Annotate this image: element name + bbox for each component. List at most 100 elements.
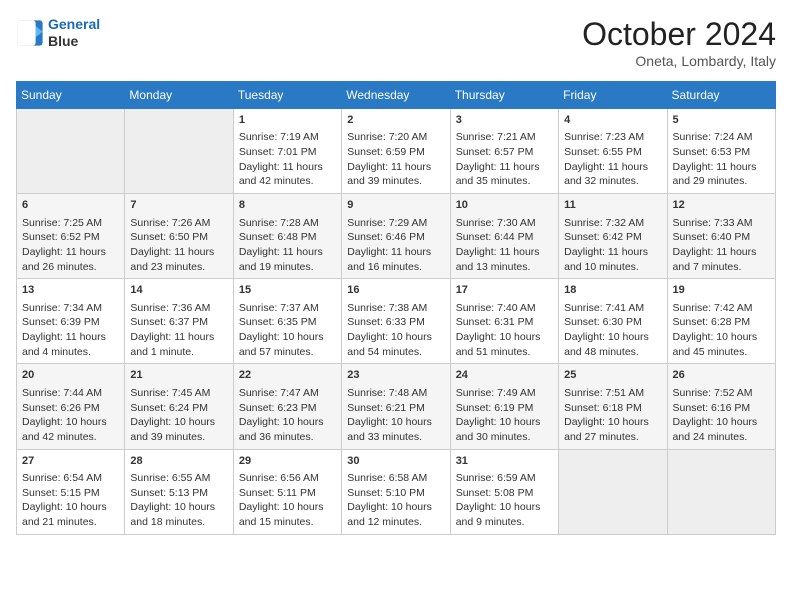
day-number: 18 [564,283,661,298]
calendar-week-row: 20Sunrise: 7:44 AMSunset: 6:26 PMDayligh… [17,364,776,449]
day-info: and 51 minutes. [456,345,553,360]
day-info: Sunrise: 7:38 AM [347,301,444,316]
day-number: 21 [130,368,227,383]
day-number: 22 [239,368,336,383]
calendar-cell: 2Sunrise: 7:20 AMSunset: 6:59 PMDaylight… [342,109,450,194]
day-info: Sunrise: 7:49 AM [456,386,553,401]
day-info: Daylight: 11 hours [22,245,119,260]
calendar-cell: 27Sunrise: 6:54 AMSunset: 5:15 PMDayligh… [17,449,125,534]
day-info: and 23 minutes. [130,260,227,275]
day-info: Sunrise: 7:37 AM [239,301,336,316]
calendar-cell: 14Sunrise: 7:36 AMSunset: 6:37 PMDayligh… [125,279,233,364]
day-info: Sunrise: 7:23 AM [564,130,661,145]
weekday-header: Saturday [667,82,775,109]
calendar-cell: 31Sunrise: 6:59 AMSunset: 5:08 PMDayligh… [450,449,558,534]
day-info: Sunset: 6:31 PM [456,315,553,330]
day-info: Daylight: 10 hours [22,415,119,430]
calendar-cell: 19Sunrise: 7:42 AMSunset: 6:28 PMDayligh… [667,279,775,364]
calendar-cell: 23Sunrise: 7:48 AMSunset: 6:21 PMDayligh… [342,364,450,449]
day-info: and 54 minutes. [347,345,444,360]
day-number: 19 [673,283,770,298]
logo: General Blue [16,16,100,50]
day-info: Daylight: 10 hours [239,330,336,345]
day-info: and 32 minutes. [564,174,661,189]
day-info: Sunrise: 7:19 AM [239,130,336,145]
day-info: Daylight: 10 hours [130,500,227,515]
day-info: and 42 minutes. [239,174,336,189]
day-info: and 19 minutes. [239,260,336,275]
day-info: Sunrise: 6:55 AM [130,471,227,486]
day-info: Sunset: 6:59 PM [347,145,444,160]
page-header: General Blue October 2024 Oneta, Lombard… [16,16,776,69]
day-number: 29 [239,454,336,469]
day-info: Sunrise: 7:21 AM [456,130,553,145]
calendar-cell: 3Sunrise: 7:21 AMSunset: 6:57 PMDaylight… [450,109,558,194]
day-number: 17 [456,283,553,298]
day-info: Sunrise: 7:36 AM [130,301,227,316]
day-info: Daylight: 10 hours [239,415,336,430]
calendar-cell: 6Sunrise: 7:25 AMSunset: 6:52 PMDaylight… [17,194,125,279]
day-info: Sunset: 6:55 PM [564,145,661,160]
calendar-cell: 10Sunrise: 7:30 AMSunset: 6:44 PMDayligh… [450,194,558,279]
calendar-cell: 22Sunrise: 7:47 AMSunset: 6:23 PMDayligh… [233,364,341,449]
calendar-cell [559,449,667,534]
day-info: Sunset: 7:01 PM [239,145,336,160]
day-info: Sunset: 6:33 PM [347,315,444,330]
day-info: Daylight: 11 hours [239,245,336,260]
calendar-cell: 26Sunrise: 7:52 AMSunset: 6:16 PMDayligh… [667,364,775,449]
day-info: Sunset: 6:35 PM [239,315,336,330]
day-info: Sunset: 6:23 PM [239,401,336,416]
day-info: and 57 minutes. [239,345,336,360]
day-info: and 33 minutes. [347,430,444,445]
day-number: 16 [347,283,444,298]
day-info: Daylight: 11 hours [564,160,661,175]
day-info: and 13 minutes. [456,260,553,275]
day-info: Sunset: 6:30 PM [564,315,661,330]
calendar-cell: 18Sunrise: 7:41 AMSunset: 6:30 PMDayligh… [559,279,667,364]
day-info: Daylight: 10 hours [130,415,227,430]
day-info: Sunset: 6:40 PM [673,230,770,245]
day-info: Sunset: 5:11 PM [239,486,336,501]
day-info: Sunrise: 7:52 AM [673,386,770,401]
location: Oneta, Lombardy, Italy [582,53,776,69]
day-info: Sunset: 6:24 PM [130,401,227,416]
day-number: 13 [22,283,119,298]
day-info: and 15 minutes. [239,515,336,530]
calendar-cell: 4Sunrise: 7:23 AMSunset: 6:55 PMDaylight… [559,109,667,194]
calendar-cell: 1Sunrise: 7:19 AMSunset: 7:01 PMDaylight… [233,109,341,194]
calendar-week-row: 1Sunrise: 7:19 AMSunset: 7:01 PMDaylight… [17,109,776,194]
day-info: and 24 minutes. [673,430,770,445]
calendar-cell: 25Sunrise: 7:51 AMSunset: 6:18 PMDayligh… [559,364,667,449]
day-info: Sunrise: 6:56 AM [239,471,336,486]
calendar-cell: 7Sunrise: 7:26 AMSunset: 6:50 PMDaylight… [125,194,233,279]
calendar-table: SundayMondayTuesdayWednesdayThursdayFrid… [16,81,776,535]
day-number: 7 [130,198,227,213]
day-number: 31 [456,454,553,469]
day-number: 20 [22,368,119,383]
day-info: Sunrise: 7:40 AM [456,301,553,316]
day-info: Daylight: 10 hours [22,500,119,515]
day-number: 25 [564,368,661,383]
day-info: Sunset: 6:57 PM [456,145,553,160]
calendar-cell: 21Sunrise: 7:45 AMSunset: 6:24 PMDayligh… [125,364,233,449]
day-info: Daylight: 11 hours [347,245,444,260]
day-info: and 12 minutes. [347,515,444,530]
day-info: and 18 minutes. [130,515,227,530]
day-info: Daylight: 10 hours [347,415,444,430]
day-info: Sunrise: 7:51 AM [564,386,661,401]
calendar-cell: 9Sunrise: 7:29 AMSunset: 6:46 PMDaylight… [342,194,450,279]
weekday-header-row: SundayMondayTuesdayWednesdayThursdayFrid… [17,82,776,109]
day-number: 11 [564,198,661,213]
day-info: Daylight: 10 hours [347,500,444,515]
weekday-header: Friday [559,82,667,109]
day-info: Sunrise: 7:24 AM [673,130,770,145]
day-info: Daylight: 11 hours [130,245,227,260]
day-info: Sunset: 6:16 PM [673,401,770,416]
day-info: Sunrise: 7:26 AM [130,216,227,231]
day-info: Sunset: 6:19 PM [456,401,553,416]
calendar-cell: 5Sunrise: 7:24 AMSunset: 6:53 PMDaylight… [667,109,775,194]
day-info: Sunset: 5:08 PM [456,486,553,501]
day-info: Sunset: 5:10 PM [347,486,444,501]
day-info: Sunrise: 7:48 AM [347,386,444,401]
calendar-cell: 30Sunrise: 6:58 AMSunset: 5:10 PMDayligh… [342,449,450,534]
